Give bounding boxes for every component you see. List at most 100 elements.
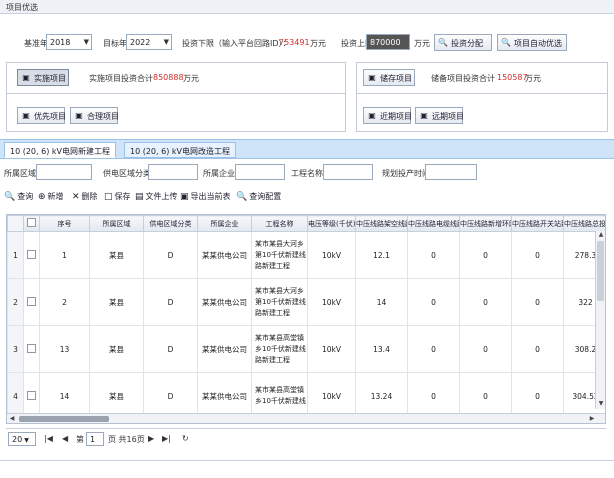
base-year-value: 2018: [50, 38, 71, 47]
scroll-right-icon[interactable]: ▶: [587, 414, 597, 423]
divider: [7, 93, 345, 94]
area-filter-input[interactable]: [36, 164, 92, 180]
page-label: 第: [76, 435, 84, 444]
export-icon: ▣: [180, 192, 189, 202]
checkbox[interactable]: [27, 218, 36, 227]
row-number: 3: [7, 325, 24, 373]
column-header[interactable]: 工程名称: [251, 215, 308, 232]
cell-area: 某县: [89, 278, 144, 326]
prev-page-icon[interactable]: ◀: [62, 434, 68, 443]
company-filter-input[interactable]: [235, 164, 285, 180]
cell-cable: 0: [407, 231, 460, 279]
save-button[interactable]: □ 保存: [104, 191, 131, 202]
cell-ring: 0: [459, 325, 512, 373]
near-term-button[interactable]: ▣ 近期项目: [363, 107, 412, 124]
year-filter-input[interactable]: [425, 164, 477, 180]
supply-filter-input[interactable]: [148, 164, 198, 180]
select-all-checkbox[interactable]: [23, 215, 40, 232]
refresh-icon[interactable]: ↻: [182, 434, 189, 443]
column-header[interactable]: 中压线路电缆线路: [407, 215, 460, 232]
table-row[interactable]: 2 2 某县 D 某某供电公司 某市某县大河乡第10千伏新建线路新建工程 10kV 14 0 0 0…: [7, 278, 605, 326]
scroll-left-icon[interactable]: ◀: [7, 414, 17, 423]
tab-renovation[interactable]: 10 (20, 6) kV电网改造工程: [124, 142, 236, 158]
company-filter-label: 所属企业:: [203, 169, 238, 178]
far-term-button[interactable]: ▣ 远期项目: [415, 107, 464, 124]
invest-allocate-button[interactable]: 🔍 投资分配: [434, 34, 492, 51]
chevron-down-icon: ▼: [83, 38, 89, 46]
cell-overhead: 12.1: [355, 231, 408, 279]
column-header[interactable]: 中压线路新增环网: [459, 215, 512, 232]
vertical-scrollbar[interactable]: ▲ ▼: [595, 231, 605, 409]
cell-cable: 0: [407, 325, 460, 373]
delete-button[interactable]: ✕ 删除: [72, 191, 98, 202]
row-checkbox[interactable]: [27, 343, 36, 353]
pagination-bar: 20 ▼ |◀ ◀ 第 1 页 共16页 ▶ ▶| ↻: [6, 428, 606, 448]
horizontal-scrollbar[interactable]: ◀ ▶: [7, 413, 605, 423]
auto-select-label: 项目自动优选: [514, 39, 562, 48]
invest-upper-unit: 万元: [414, 39, 430, 48]
reserve-button[interactable]: ▣ 储存项目: [363, 69, 415, 86]
data-grid: 序号 所属区域 供电区域分类 所属企业 工程名称 电压等级(千伏) 中压线路架空…: [6, 214, 606, 424]
minus-icon: ▣: [22, 111, 30, 120]
implement-panel: ▣ 实施项目 实施项目投资合计 850888 万元 ▣ 优先项目 ▣ 合理项目: [6, 62, 346, 132]
base-year-select[interactable]: 2018 ▼: [46, 34, 92, 50]
invest-upper-input[interactable]: 870000: [366, 34, 410, 50]
row-number: 1: [7, 231, 24, 279]
implement-total-unit: 万元: [183, 74, 199, 83]
cell-kv: 10kV: [307, 231, 356, 279]
scroll-up-icon[interactable]: ▲: [596, 231, 605, 240]
row-checkbox-cell: [23, 325, 40, 373]
add-button[interactable]: ⊕ 新增: [38, 191, 64, 202]
row-checkbox[interactable]: [27, 296, 36, 306]
project-filter-label: 工程名称:: [291, 169, 326, 178]
page-size-select[interactable]: 20 ▼: [8, 432, 36, 446]
save-icon: □: [104, 192, 113, 202]
priority-button[interactable]: ▣ 优先项目: [17, 107, 66, 124]
row-checkbox[interactable]: [27, 390, 36, 400]
near-term-label: 近期项目: [380, 112, 412, 121]
cell-company: 某某供电公司: [197, 325, 252, 373]
cell-kv: 10kV: [307, 278, 356, 326]
query-config-button[interactable]: 🔍 查询配置: [236, 191, 281, 202]
row-number-header: [7, 215, 24, 232]
column-header[interactable]: 电压等级(千伏): [307, 215, 356, 232]
cell-kv: 10kV: [307, 325, 356, 373]
column-header[interactable]: 中压线路开关站建设: [511, 215, 564, 232]
query-label: 查询: [17, 192, 34, 201]
column-header[interactable]: 序号: [39, 215, 90, 232]
merge-button[interactable]: ▣ 合理项目: [70, 107, 119, 124]
last-page-icon[interactable]: ▶|: [162, 434, 171, 443]
scroll-thumb[interactable]: [597, 241, 604, 301]
query-button[interactable]: 🔍 查询: [4, 191, 33, 202]
tab-new-construction[interactable]: 10 (20, 6) kV电网新建工程: [4, 142, 116, 158]
upload-button[interactable]: ▤ 文件上传: [135, 191, 178, 202]
column-header[interactable]: 中压线路架空线路: [355, 215, 408, 232]
column-header[interactable]: 中压线路总投资: [563, 215, 605, 232]
export-button[interactable]: ▣ 导出当前表: [180, 191, 231, 202]
table-row[interactable]: 1 1 某县 D 某某供电公司 某市某县大河乡第10千伏新建线路新建工程 10kV 12.1 0…: [7, 231, 605, 279]
column-header[interactable]: 供电区域分类: [143, 215, 198, 232]
next-page-icon[interactable]: ▶: [148, 434, 154, 443]
cell-project: 某市某县大河乡第10千伏新建线路新建工程: [251, 278, 308, 326]
project-filter-input[interactable]: [323, 164, 373, 180]
page-number-input[interactable]: 1: [86, 432, 104, 446]
scroll-down-icon[interactable]: ▼: [596, 400, 605, 409]
divider: [357, 93, 607, 94]
chevron-down-icon: ▼: [24, 437, 29, 444]
first-page-icon[interactable]: |◀: [44, 434, 53, 443]
cell-switch: 0: [511, 231, 564, 279]
row-checkbox-cell: [23, 278, 40, 326]
column-header[interactable]: 所属企业: [197, 215, 252, 232]
table-row[interactable]: 3 13 某县 D 某某供电公司 某市某县高堂镇乡10千伏新建线路新建工程 10kV 13.4…: [7, 325, 605, 373]
scroll-thumb[interactable]: [19, 416, 109, 422]
cell-no: 1: [39, 231, 90, 279]
target-year-value: 2022: [130, 38, 151, 47]
row-checkbox[interactable]: [27, 249, 36, 259]
area-filter-label: 所属区域:: [4, 169, 39, 178]
implement-button[interactable]: ▣ 实施项目: [17, 69, 69, 86]
column-header[interactable]: 所属区域: [89, 215, 144, 232]
cell-area: 某县: [89, 231, 144, 279]
auto-select-button[interactable]: 🔍 项目自动优选: [497, 34, 567, 51]
target-year-select[interactable]: 2022 ▼: [126, 34, 172, 50]
minus-icon: ▣: [22, 73, 30, 82]
